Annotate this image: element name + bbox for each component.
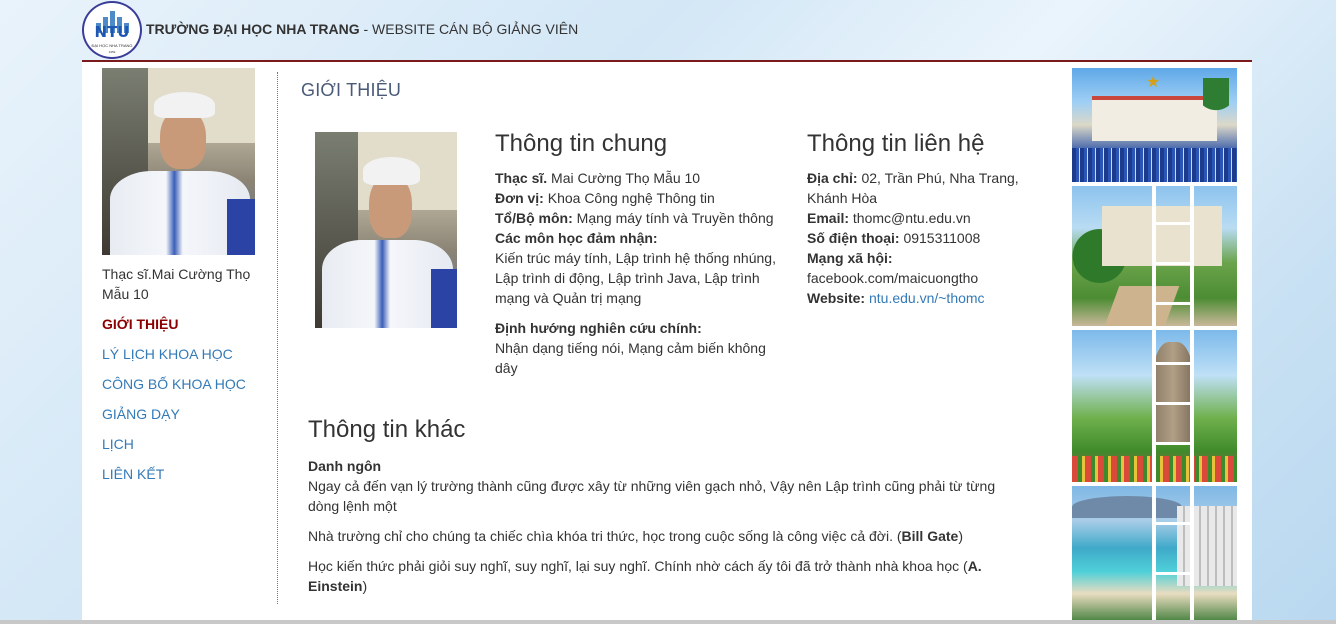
general-info-heading: Thông tin chung	[495, 130, 668, 157]
quote-1: Ngay cả đến vạn lý trường thành cũng đượ…	[308, 478, 996, 514]
sidebar-avatar	[102, 68, 255, 255]
sidebar-divider	[277, 72, 278, 604]
website-link[interactable]: ntu.edu.vn/~thomc	[869, 290, 985, 306]
quote-2: Nhà trường chỉ cho chúng ta chiếc chìa k…	[308, 526, 1008, 546]
research-value: Nhận dạng tiếng nói, Mạng cảm biến không…	[495, 340, 766, 376]
quote-2-author: Bill Gate	[901, 528, 959, 544]
campus-photo-strip: ★	[1072, 62, 1252, 624]
page-title: GIỚI THIỆU	[301, 80, 402, 100]
phone-label: Số điện thoại:	[807, 230, 900, 246]
logo-text: NTU	[94, 23, 130, 41]
website-row: Website: ntu.edu.vn/~thomc	[807, 288, 1037, 308]
unit-label: Đơn vị:	[495, 190, 544, 206]
courses-label-text: Các môn học đảm nhận:	[495, 230, 658, 246]
dept-row: Tổ/Bộ môn: Mạng máy tính và Truyền thông	[495, 208, 780, 228]
unit-row: Đơn vị: Khoa Công nghệ Thông tin	[495, 188, 780, 208]
university-name: TRƯỜNG ĐẠI HỌC NHA TRANG	[146, 21, 360, 37]
other-info-heading: Thông tin khác	[308, 416, 466, 443]
campus-main-building-image: ★	[1072, 68, 1237, 182]
address-row: Địa chỉ: 02, Trần Phú, Nha Trang, Khánh …	[807, 168, 1037, 208]
title-separator: -	[359, 21, 373, 37]
sidebar-item-gioi-thieu[interactable]: GIỚI THIỆU	[102, 314, 246, 344]
strip-rung	[1152, 222, 1194, 225]
sidebar-item-lien-ket[interactable]: LIÊN KẾT	[102, 464, 246, 494]
courses-label: Các môn học đảm nhận:	[495, 228, 780, 248]
strip-rung	[1152, 262, 1194, 265]
star-icon: ★	[1146, 74, 1161, 91]
courses-value: Kiến trúc máy tính, Lập trình hệ thống n…	[495, 250, 776, 306]
site-name: WEBSITE CÁN BỘ GIẢNG VIÊN	[372, 21, 579, 37]
site-header: NTU ĐẠI HỌC NHA TRANG 1959 TRƯỜNG ĐẠI HỌ…	[82, 0, 1252, 62]
quote-2-end: )	[958, 528, 963, 544]
contact-info-heading: Thông tin liên hệ	[807, 130, 985, 157]
sidebar-item-giang-day[interactable]: GIẢNG DẠY	[102, 404, 246, 434]
strip-rung	[1152, 572, 1194, 575]
site-title[interactable]: TRƯỜNG ĐẠI HỌC NHA TRANG - WEBSITE CÁN B…	[146, 21, 578, 37]
quote-label: Danh ngôn	[308, 456, 1008, 476]
other-info: Thông tin khác Danh ngôn Ngay cả đến vạn…	[308, 416, 1008, 606]
phone-row: Số điện thoại: 0915311008	[807, 228, 1037, 248]
dept-value: Mạng máy tính và Truyền thông	[572, 210, 774, 226]
contact-info: Thông tin liên hệ Địa chỉ: 02, Trần Phú,…	[807, 130, 1037, 308]
quote-3-end: )	[362, 578, 368, 594]
strip-rung	[1152, 442, 1194, 445]
dept-label: Tổ/Bộ môn:	[495, 210, 573, 226]
sidebar-name: Thạc sĩ.Mai Cường Thọ Mẫu 10	[102, 266, 251, 302]
general-info: Thông tin chung Thạc sĩ. Mai Cường Thọ M…	[495, 130, 780, 378]
degree-value: Mai Cường Thọ Mẫu 10	[547, 170, 701, 186]
phone-value: 0915311008	[899, 230, 981, 246]
degree-label: Thạc sĩ.	[495, 170, 548, 186]
strip-rung	[1152, 522, 1194, 525]
email-value: thomc@ntu.edu.vn	[849, 210, 971, 226]
sidebar-item-lich[interactable]: LỊCH	[102, 434, 246, 464]
quote-2-text: Nhà trường chỉ cho chúng ta chiếc chìa k…	[308, 528, 902, 544]
address-label: Địa chỉ:	[807, 170, 858, 186]
research-label: Định hướng nghiên cứu chính:	[495, 318, 780, 338]
quote-label-text: Danh ngôn	[308, 458, 382, 474]
main-content: GIỚI THIỆU Thông tin chung Thạc sĩ. Mai …	[301, 62, 1061, 624]
profile-photo	[315, 132, 457, 328]
unit-value: Khoa Công nghệ Thông tin	[543, 190, 715, 206]
research-label-text: Định hướng nghiên cứu chính:	[495, 320, 702, 336]
email-row: Email: thomc@ntu.edu.vn	[807, 208, 1037, 228]
ntu-logo[interactable]: NTU ĐẠI HỌC NHA TRANG 1959	[82, 1, 142, 59]
main-panel: Thạc sĩ.Mai Cường Thọ Mẫu 10 GIỚI THIỆU …	[82, 62, 1072, 624]
social-value: facebook.com/maicuongtho	[807, 270, 979, 286]
sidebar-nav: GIỚI THIỆU LÝ LỊCH KHOA HỌC CÔNG BỐ KHOA…	[102, 314, 246, 494]
horizontal-scrollbar[interactable]	[0, 620, 1336, 624]
social-label-text: Mạng xã hội:	[807, 250, 893, 266]
social-label: Mạng xã hội:	[807, 248, 1037, 268]
sidebar-item-ly-lich-khoa-hoc[interactable]: LÝ LỊCH KHOA HỌC	[102, 344, 246, 374]
email-label: Email:	[807, 210, 850, 226]
strip-rung	[1152, 402, 1194, 405]
strip-rung	[1152, 362, 1194, 365]
strip-rung	[1152, 302, 1194, 305]
sidebar: Thạc sĩ.Mai Cường Thọ Mẫu 10 GIỚI THIỆU …	[82, 62, 277, 624]
logo-year: 1959	[108, 50, 116, 54]
degree-row: Thạc sĩ. Mai Cường Thọ Mẫu 10	[495, 168, 780, 188]
quote-3: Học kiến thức phải giỏi suy nghĩ, suy ng…	[308, 556, 1008, 596]
sidebar-item-cong-bo-khoa-hoc[interactable]: CÔNG BỐ KHOA HỌC	[102, 374, 246, 404]
quote-3-text: Học kiến thức phải giỏi suy nghĩ, suy ng…	[308, 558, 968, 574]
logo-subtext: ĐẠI HỌC NHA TRANG	[91, 43, 133, 48]
website-label: Website:	[807, 290, 866, 306]
